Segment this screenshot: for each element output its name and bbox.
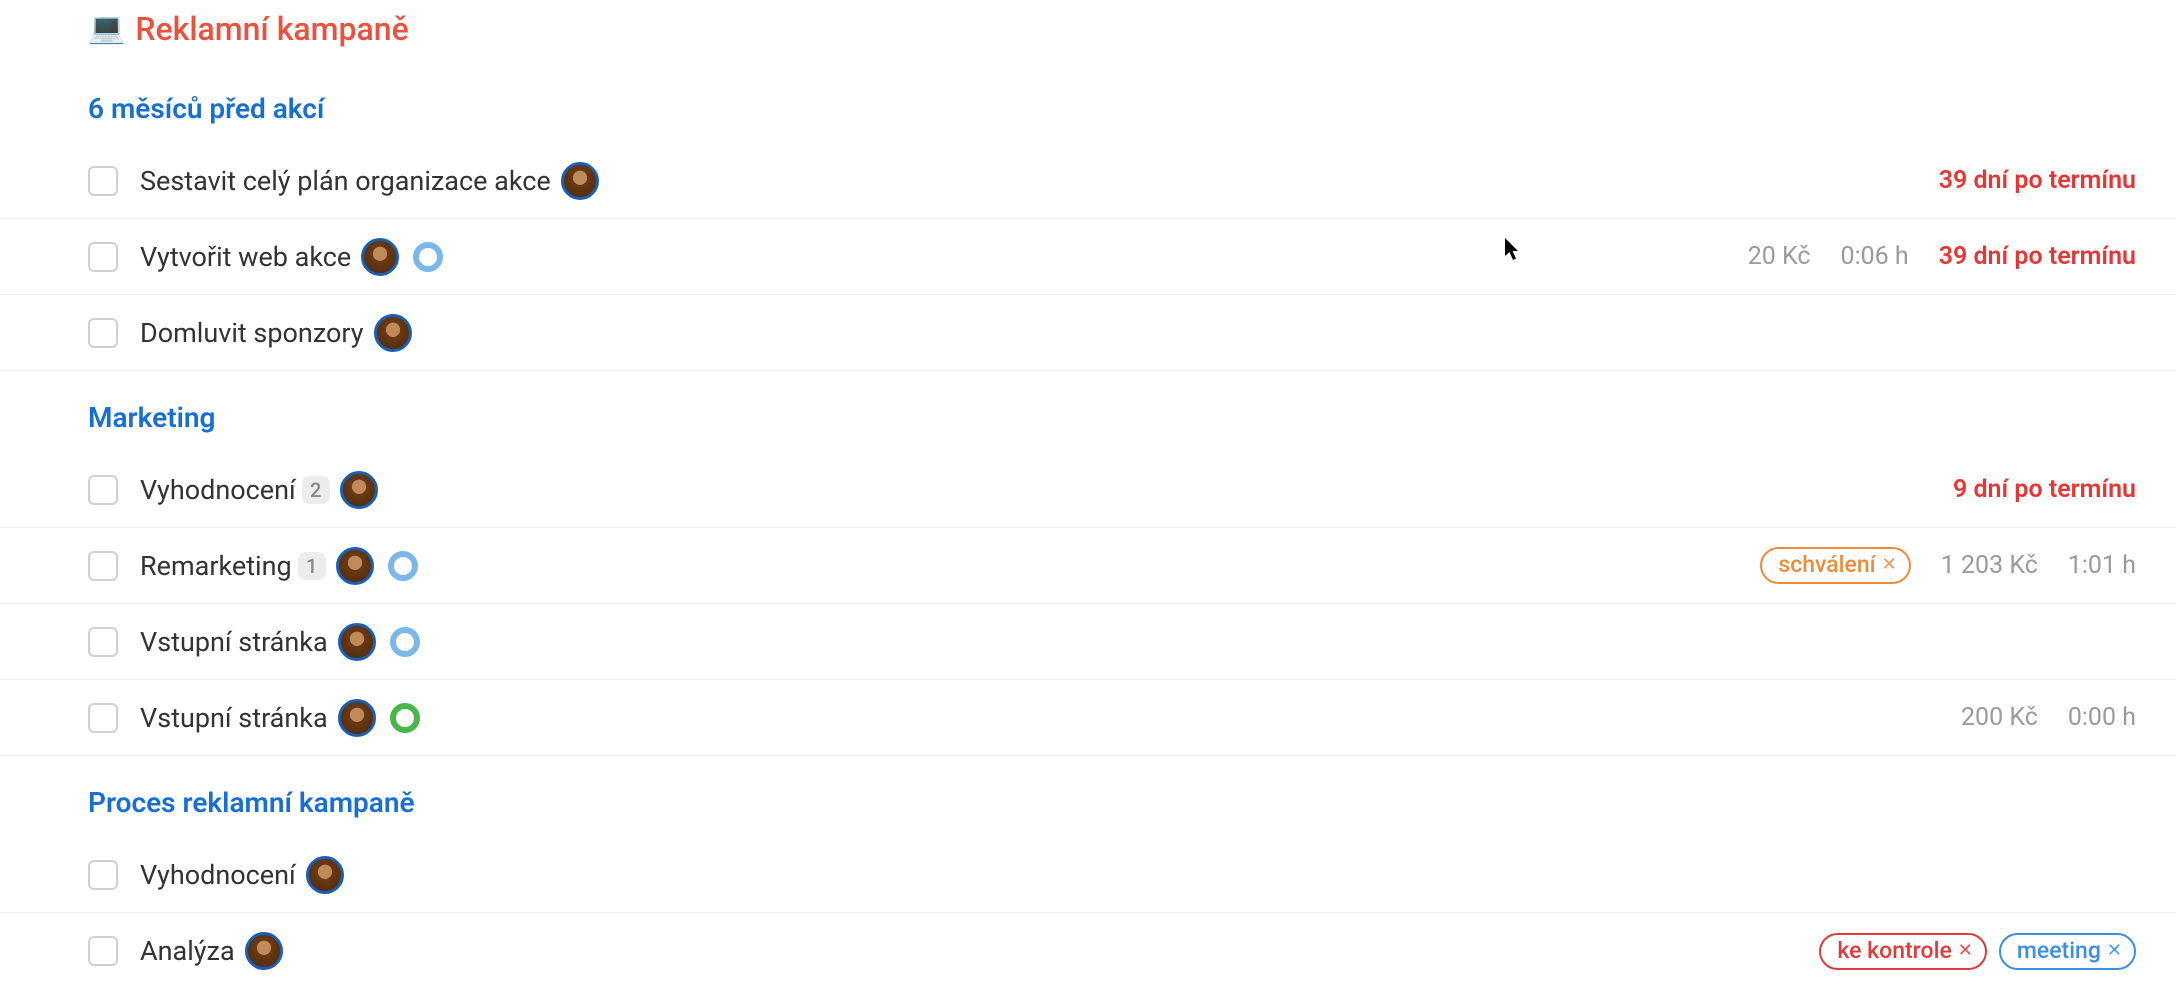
tag-ke-kontrole[interactable]: ke kontrole ✕ bbox=[1819, 933, 1986, 970]
status-ring-icon[interactable] bbox=[413, 242, 443, 272]
avatar[interactable] bbox=[374, 314, 412, 352]
tag-schvaleni[interactable]: schválení ✕ bbox=[1760, 547, 1910, 584]
overdue-text: 9 dní po termínu bbox=[1953, 475, 2136, 504]
task-checkbox[interactable] bbox=[88, 936, 118, 966]
task-checkbox[interactable] bbox=[88, 551, 118, 581]
tag-label: ke kontrole bbox=[1837, 937, 1951, 964]
page-title[interactable]: Reklamní kampaně bbox=[135, 10, 408, 48]
avatar[interactable] bbox=[561, 162, 599, 200]
avatar[interactable] bbox=[306, 856, 344, 894]
time-text: 0:00 h bbox=[2068, 703, 2136, 732]
task-row[interactable]: Vyhodnocení 2 9 dní po termínu bbox=[0, 452, 2176, 528]
page-header: 💻 Reklamní kampaně bbox=[0, 10, 2176, 72]
task-row[interactable]: Vytvořit web akce 20 Kč 0:06 h 39 dní po… bbox=[0, 219, 2176, 295]
status-ring-icon[interactable] bbox=[388, 551, 418, 581]
close-icon[interactable]: ✕ bbox=[2107, 940, 2122, 961]
task-checkbox[interactable] bbox=[88, 860, 118, 890]
time-text: 1:01 h bbox=[2068, 551, 2136, 580]
task-meta: 200 Kč 0:00 h bbox=[1961, 703, 2136, 732]
task-row[interactable]: Remarketing 1 schválení ✕ 1 203 Kč 1:01 … bbox=[0, 528, 2176, 604]
task-checkbox[interactable] bbox=[88, 166, 118, 196]
close-icon[interactable]: ✕ bbox=[1882, 554, 1897, 575]
task-row[interactable]: Vyhodnocení bbox=[0, 837, 2176, 913]
task-title: Analýza bbox=[140, 935, 235, 967]
task-meta: 9 dní po termínu bbox=[1953, 475, 2136, 504]
task-title: Sestavit celý plán organizace akce bbox=[140, 165, 551, 197]
task-meta: 20 Kč 0:06 h 39 dní po termínu bbox=[1748, 242, 2136, 271]
task-title: Vyhodnocení bbox=[140, 859, 296, 891]
task-title: Vstupní stránka bbox=[140, 626, 328, 658]
time-text: 0:06 h bbox=[1841, 242, 1909, 271]
task-row[interactable]: Analýza ke kontrole ✕ meeting ✕ bbox=[0, 913, 2176, 989]
tag-meeting[interactable]: meeting ✕ bbox=[1999, 933, 2136, 970]
task-checkbox[interactable] bbox=[88, 703, 118, 733]
task-meta: ke kontrole ✕ meeting ✕ bbox=[1819, 933, 2136, 970]
task-checkbox[interactable] bbox=[88, 475, 118, 505]
avatar[interactable] bbox=[336, 547, 374, 585]
task-meta: 39 dní po termínu bbox=[1939, 166, 2136, 195]
task-checkbox[interactable] bbox=[88, 627, 118, 657]
tag-label: meeting bbox=[2017, 937, 2101, 964]
status-ring-icon[interactable] bbox=[390, 703, 420, 733]
tag-label: schválení bbox=[1778, 551, 1875, 578]
task-title: Remarketing bbox=[140, 550, 292, 582]
task-row[interactable]: Vstupní stránka 200 Kč 0:00 h bbox=[0, 680, 2176, 756]
cost-text: 20 Kč bbox=[1748, 242, 1811, 271]
task-title: Domluvit sponzory bbox=[140, 317, 364, 349]
status-ring-icon[interactable] bbox=[390, 627, 420, 657]
cost-text: 1 203 Kč bbox=[1941, 551, 2038, 580]
overdue-text: 39 dní po termínu bbox=[1939, 166, 2136, 195]
overdue-text: 39 dní po termínu bbox=[1939, 242, 2136, 271]
task-title: Vstupní stránka bbox=[140, 702, 328, 734]
task-checkbox[interactable] bbox=[88, 242, 118, 272]
section-header-6mesicu[interactable]: 6 měsíců před akcí bbox=[0, 72, 2176, 143]
section-header-marketing[interactable]: Marketing bbox=[0, 371, 2176, 452]
task-row[interactable]: Sestavit celý plán organizace akce 39 dn… bbox=[0, 143, 2176, 219]
cost-text: 200 Kč bbox=[1961, 703, 2038, 732]
task-row[interactable]: Vstupní stránka bbox=[0, 604, 2176, 680]
avatar[interactable] bbox=[340, 471, 378, 509]
section-header-proces[interactable]: Proces reklamní kampaně bbox=[0, 756, 2176, 837]
subtask-count-badge: 1 bbox=[298, 552, 326, 580]
avatar[interactable] bbox=[245, 932, 283, 970]
task-title: Vyhodnocení bbox=[140, 474, 296, 506]
task-meta: schválení ✕ 1 203 Kč 1:01 h bbox=[1760, 547, 2136, 584]
subtask-count-badge: 2 bbox=[302, 476, 330, 504]
close-icon[interactable]: ✕ bbox=[1958, 940, 1973, 961]
task-title: Vytvořit web akce bbox=[140, 241, 351, 273]
avatar[interactable] bbox=[338, 623, 376, 661]
task-checkbox[interactable] bbox=[88, 318, 118, 348]
avatar[interactable] bbox=[361, 238, 399, 276]
laptop-icon: 💻 bbox=[88, 14, 125, 44]
task-row[interactable]: Domluvit sponzory bbox=[0, 295, 2176, 371]
avatar[interactable] bbox=[338, 699, 376, 737]
